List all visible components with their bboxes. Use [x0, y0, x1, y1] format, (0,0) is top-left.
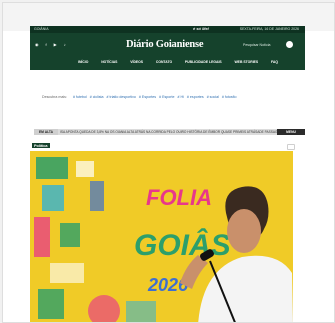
- confetti-shape: [60, 223, 80, 247]
- ticker-label: EM ALTA: [34, 129, 58, 135]
- search-icon[interactable]: [286, 41, 293, 48]
- confetti-shape: [38, 289, 64, 319]
- nav-item-publicidade[interactable]: PUBLICIDADE LEGAIS: [185, 60, 222, 64]
- city-label: GOIÂNIA: [34, 27, 49, 31]
- category-badge[interactable]: Política: [32, 143, 50, 148]
- promo-link[interactable]: é só Mel: [193, 26, 209, 31]
- tag-link[interactable]: # esportes: [187, 95, 204, 99]
- share-icon[interactable]: [287, 144, 295, 150]
- confetti-shape: [90, 181, 104, 211]
- tag-link[interactable]: # Hi: [178, 95, 184, 99]
- main-nav: INÍCIO NOTÍCIAS VÍDEOS CONTATO PUBLICIDA…: [78, 60, 278, 64]
- sign-text-goias: GOIÂS: [134, 228, 231, 262]
- photo-illustration: FOLIA GOIÂS 2026: [30, 151, 293, 322]
- tag-link[interactable]: # Esporte: [159, 95, 174, 99]
- facebook-icon[interactable]: f: [46, 42, 47, 48]
- youtube-icon[interactable]: ▶: [54, 42, 57, 48]
- utility-bar: GOIÂNIA é só Mel SEXTA-FEIRA, 16 DE JANE…: [30, 26, 305, 33]
- tag-link[interactable]: # triatlo desportivo: [107, 95, 136, 99]
- tag-link[interactable]: # Esportes: [139, 95, 156, 99]
- confetti-shape: [34, 217, 50, 257]
- browser-frame: GOIÂNIA é só Mel SEXTA-FEIRA, 16 DE JANE…: [2, 2, 335, 323]
- confetti-shape: [50, 263, 84, 283]
- confetti-shape: [42, 185, 64, 211]
- tag-link[interactable]: # social: [207, 95, 219, 99]
- nav-item-noticias[interactable]: NOTÍCIAS: [101, 60, 117, 64]
- ticker-headlines[interactable]: ISA APONTA QUEDA DE 3,8% NA OS OIANIA AL…: [60, 129, 278, 135]
- sign-text-folia: FOLIA: [146, 185, 212, 210]
- site-header: GOIÂNIA é só Mel SEXTA-FEIRA, 16 DE JANE…: [30, 26, 305, 70]
- nav-item-contato[interactable]: CONTATO: [156, 60, 172, 64]
- social-links: ◉ f ▶ ♪: [35, 42, 66, 48]
- tag-link[interactable]: # futebol: [73, 95, 87, 99]
- discover-label: Descubra mais:: [42, 95, 67, 99]
- confetti-shape: [126, 301, 156, 322]
- confetti-shape: [36, 157, 68, 179]
- tag-link[interactable]: # ciclista: [90, 95, 104, 99]
- nav-item-faq[interactable]: FAQ: [271, 60, 278, 64]
- discover-tags: Descubra mais: # futebol # ciclista # tr…: [42, 95, 302, 99]
- tiktok-icon[interactable]: ♪: [64, 42, 66, 48]
- news-ticker: EM ALTA ISA APONTA QUEDA DE 3,8% NA OS O…: [34, 129, 305, 135]
- site-logo[interactable]: Diário Goianiense: [126, 39, 204, 50]
- nav-item-web-stories[interactable]: WEB STORIES: [234, 60, 258, 64]
- menu-button[interactable]: MENU: [277, 129, 305, 135]
- nav-item-inicio[interactable]: INÍCIO: [78, 60, 88, 64]
- article-photo[interactable]: FOLIA GOIÂS 2026: [30, 151, 293, 322]
- tag-link[interactable]: # fotosfio: [222, 95, 237, 99]
- instagram-icon[interactable]: ◉: [35, 42, 39, 48]
- speaker-face: [227, 209, 261, 253]
- date-label: SEXTA-FEIRA, 16 DE JANEIRO 2026: [239, 27, 299, 31]
- search-label[interactable]: Pesquisar Notícia: [243, 43, 270, 47]
- confetti-shape: [76, 161, 94, 177]
- nav-item-videos[interactable]: VÍDEOS: [130, 60, 143, 64]
